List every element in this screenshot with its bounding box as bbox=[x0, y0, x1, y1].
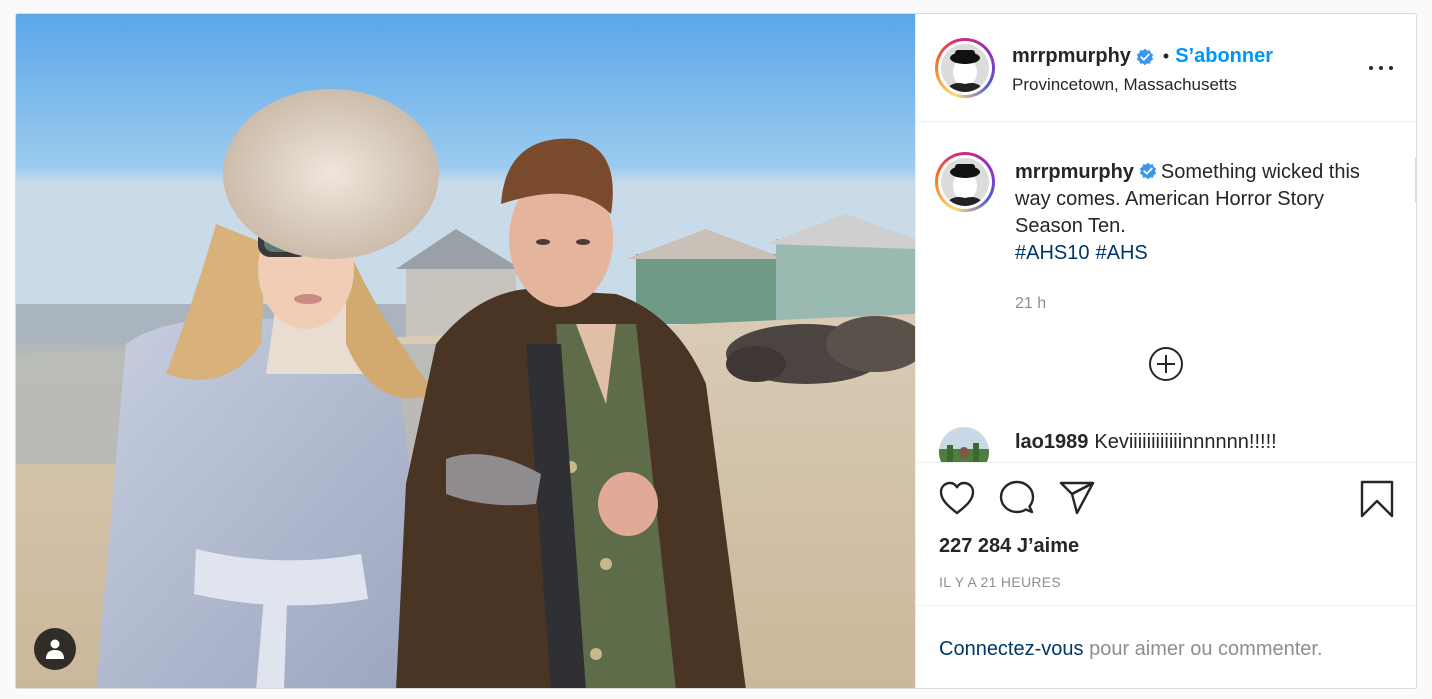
author-line: mrrpmurphy • S’abonner bbox=[1012, 45, 1273, 73]
comment-item: lao1989 Keviiiiiiiiiiiinnnnnn!!!!! bbox=[1015, 431, 1277, 454]
verified-badge-icon bbox=[1136, 48, 1154, 65]
login-prompt: Connectez-vous pour aimer ou commenter. bbox=[939, 638, 1323, 661]
post-timestamp[interactable]: IL Y A 21 HEURES bbox=[939, 574, 1061, 590]
login-link[interactable]: Connectez-vous bbox=[939, 638, 1084, 660]
comments-scrollbar[interactable] bbox=[1415, 157, 1416, 203]
bookmark-icon bbox=[1360, 480, 1394, 518]
hashtag-link[interactable]: #AHS bbox=[1096, 242, 1148, 264]
comment-bubble-icon bbox=[999, 480, 1035, 514]
instagram-post: mrrpmurphy • S’abonner Provincetown, Massa… bbox=[15, 13, 1417, 689]
save-button[interactable] bbox=[1359, 480, 1395, 518]
more-options-icon bbox=[1369, 66, 1373, 70]
caption-author-avatar[interactable] bbox=[935, 152, 995, 212]
load-more-comments-button[interactable] bbox=[1147, 345, 1185, 383]
photo-illustration bbox=[16, 14, 915, 688]
verified-badge-icon bbox=[1139, 162, 1157, 180]
author-avatar-image bbox=[941, 44, 989, 92]
post-photo[interactable] bbox=[16, 14, 915, 688]
comment-button[interactable] bbox=[998, 480, 1036, 516]
post-side-panel: mrrpmurphy • S’abonner Provincetown, Massa… bbox=[915, 14, 1416, 688]
share-button[interactable] bbox=[1058, 480, 1096, 516]
post-location[interactable]: Provincetown, Massachusetts bbox=[1012, 75, 1237, 95]
commenter-avatar[interactable] bbox=[939, 427, 989, 462]
commenter-username[interactable]: lao1989 bbox=[1015, 431, 1088, 454]
follow-button[interactable]: S’abonner bbox=[1175, 45, 1273, 68]
more-options-icon-dot bbox=[1389, 66, 1393, 70]
more-options-icon-dot bbox=[1379, 66, 1383, 70]
paper-plane-icon bbox=[1059, 481, 1095, 515]
comments-section[interactable]: mrrpmurphy Something wicked this way come… bbox=[916, 123, 1416, 463]
hashtag-link[interactable]: #AHS10 bbox=[1015, 242, 1090, 264]
caption-time-ago: 21 h bbox=[1015, 295, 1047, 312]
author-avatar[interactable] bbox=[935, 38, 995, 98]
heart-icon bbox=[939, 481, 975, 515]
like-button[interactable] bbox=[938, 480, 976, 516]
post-actions: 227 284 J’aime IL Y A 21 HEURES bbox=[916, 464, 1416, 606]
post-header: mrrpmurphy • S’abonner Provincetown, Massa… bbox=[916, 14, 1416, 122]
comment-text: Keviiiiiiiiiiiinnnnnn!!!!! bbox=[1094, 431, 1277, 453]
author-username[interactable]: mrrpmurphy bbox=[1012, 45, 1131, 68]
more-options-button[interactable] bbox=[1366, 58, 1396, 78]
caption-hashtags: #AHS10 #AHS bbox=[1015, 240, 1395, 267]
user-tag-icon bbox=[46, 639, 64, 659]
login-prompt-text: pour aimer ou commenter. bbox=[1083, 638, 1323, 660]
post-caption: mrrpmurphy Something wicked this way come… bbox=[1015, 159, 1395, 267]
plus-circle-icon bbox=[1149, 347, 1183, 381]
caption-username[interactable]: mrrpmurphy bbox=[1015, 159, 1134, 186]
user-tags-button[interactable] bbox=[34, 628, 76, 670]
likes-count[interactable]: 227 284 J’aime bbox=[939, 535, 1079, 558]
separator-dot: • bbox=[1162, 46, 1170, 66]
commenter-avatar-image bbox=[939, 427, 989, 462]
caption-avatar-image bbox=[941, 158, 989, 206]
